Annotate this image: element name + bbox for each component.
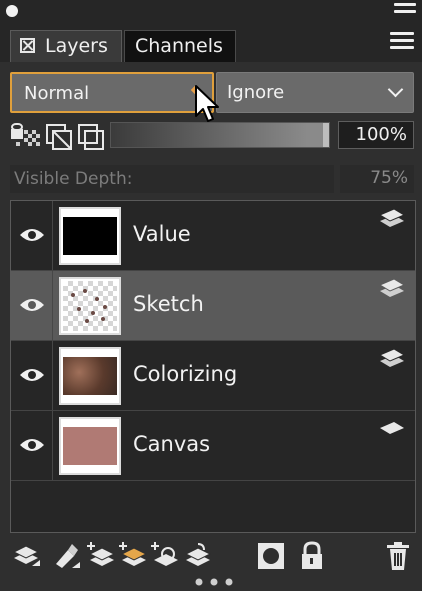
ignore-dropdown[interactable]: Ignore xyxy=(216,72,414,113)
close-icon[interactable] xyxy=(20,38,35,53)
layer-name: Colorizing xyxy=(133,362,238,386)
layer-name: Sketch xyxy=(133,292,204,316)
trash-icon[interactable] xyxy=(384,540,412,572)
tab-channels[interactable]: Channels xyxy=(124,30,236,62)
layer-name: Value xyxy=(133,222,191,246)
panel-menu-icon[interactable] xyxy=(390,32,414,54)
layer-stack-icon[interactable] xyxy=(10,540,44,572)
layer-thumbnail xyxy=(59,277,121,335)
layer-thumbnail xyxy=(59,417,121,475)
visibility-toggle[interactable] xyxy=(11,271,53,340)
new-tracing-layer-icon[interactable] xyxy=(150,540,184,572)
layer-list: Value Sketch Colorizing Canvas xyxy=(10,200,416,533)
lock-transparency-icon[interactable] xyxy=(10,122,42,148)
tab-layers-label: Layers xyxy=(45,35,108,57)
window-dot-icon[interactable] xyxy=(6,5,18,17)
layer-row-sketch[interactable]: Sketch xyxy=(11,271,415,341)
lock-icon[interactable] xyxy=(298,540,326,572)
opacity-field[interactable]: 100% xyxy=(338,121,414,149)
eye-icon[interactable] xyxy=(19,226,45,244)
tab-channels-label: Channels xyxy=(135,35,223,57)
clip-layer-icon[interactable] xyxy=(76,122,106,152)
fill-tool-icon[interactable] xyxy=(50,540,84,572)
paint-layer-icon xyxy=(378,278,406,297)
visibility-toggle[interactable] xyxy=(11,341,53,410)
eye-icon[interactable] xyxy=(19,296,45,314)
tab-layers[interactable]: Layers xyxy=(10,30,122,62)
more-dots-icon[interactable] xyxy=(193,577,237,587)
blend-mode-value: Normal xyxy=(24,83,90,104)
visibility-toggle[interactable] xyxy=(11,201,53,270)
blend-mode-dropdown[interactable]: Normal xyxy=(10,72,214,113)
lock-layer-icon[interactable] xyxy=(44,122,74,152)
mouse-pointer-icon xyxy=(195,85,219,122)
title-bar xyxy=(0,0,422,24)
new-layer-icon[interactable] xyxy=(86,540,120,572)
paint-layer-icon xyxy=(378,348,406,367)
eye-icon[interactable] xyxy=(19,366,45,384)
layer-thumbnail xyxy=(59,207,121,265)
visible-depth-label: Visible Depth: xyxy=(14,169,133,189)
ignore-value: Ignore xyxy=(227,82,285,103)
canvas-layer-icon xyxy=(380,422,404,434)
layer-thumbnail xyxy=(59,347,121,405)
mask-icon[interactable] xyxy=(256,540,288,572)
eye-icon[interactable] xyxy=(19,436,45,454)
paint-layer-icon xyxy=(378,208,406,227)
chevron-down-icon xyxy=(387,81,404,98)
layer-name: Canvas xyxy=(133,432,211,456)
window-menu-icon[interactable] xyxy=(394,3,416,21)
visible-depth-field[interactable]: 75% xyxy=(340,165,414,193)
new-paint-layer-icon[interactable] xyxy=(118,540,152,572)
duplicate-layer-icon[interactable] xyxy=(182,540,216,572)
opacity-slider-handle[interactable] xyxy=(323,123,329,147)
sketch-marks xyxy=(71,289,107,323)
visibility-toggle[interactable] xyxy=(11,411,53,480)
layer-row-value[interactable]: Value xyxy=(11,201,415,271)
layer-row-canvas[interactable]: Canvas xyxy=(11,411,415,481)
layer-row-colorizing[interactable]: Colorizing xyxy=(11,341,415,411)
